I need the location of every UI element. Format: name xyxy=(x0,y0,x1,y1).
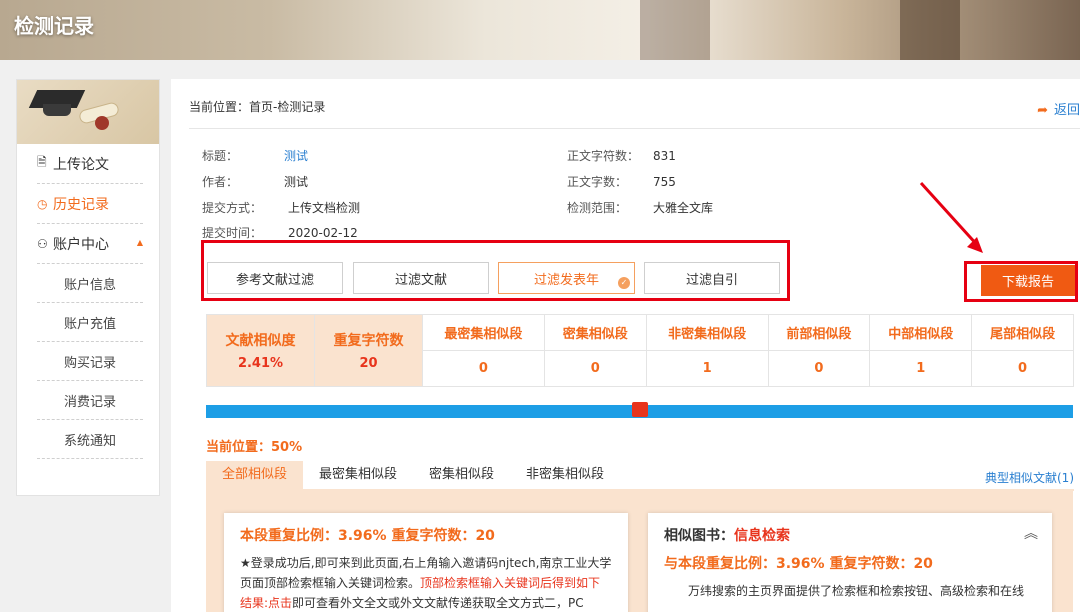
stat-value: 0 xyxy=(971,350,1074,387)
back-link[interactable]: ➦ 返回 xyxy=(1037,99,1080,118)
repeat-chars-label: 重复字符数 xyxy=(333,333,404,349)
tab-non-dense-segments[interactable]: 非密集相似段 xyxy=(510,461,620,489)
info-submit-time: 提交时间： 2020-02-12 xyxy=(202,226,358,240)
stat-value: 0 xyxy=(543,350,647,387)
segments-area: 本段重复比例：3.96% 重复字符数：20 ★登录成功后,即可来到此页面,右上角… xyxy=(206,491,1073,612)
similar-book-title: 相似图书：信息检索 xyxy=(664,528,790,544)
graduation-cap-icon xyxy=(17,80,159,144)
sidebar-subitem-notifications[interactable]: 系统通知 xyxy=(37,420,143,459)
sidebar-item-label: 账户中心 xyxy=(53,236,109,253)
stat-value: 1 xyxy=(645,350,769,387)
segment-card: 本段重复比例：3.96% 重复字符数：20 ★登录成功后,即可来到此页面,右上角… xyxy=(224,513,628,612)
stat-value: 0 xyxy=(422,350,545,387)
tab-dense-segments[interactable]: 密集相似段 xyxy=(413,461,510,489)
filter-documents-button[interactable]: 过滤文献 xyxy=(353,262,489,294)
stat-header: 密集相似段 xyxy=(543,314,647,351)
sidebar-item-label: 历史记录 xyxy=(53,196,109,213)
stat-header: 最密集相似段 xyxy=(422,314,545,351)
divider xyxy=(189,128,1080,129)
stat-header: 中部相似段 xyxy=(869,314,973,351)
stat-header: 尾部相似段 xyxy=(971,314,1074,351)
typical-similar-docs-link[interactable]: 典型相似文献(1) xyxy=(985,469,1074,486)
download-report-button[interactable]: 下载报告 xyxy=(981,265,1075,296)
current-position: 当前位置：50% xyxy=(206,440,303,455)
filter-year-button[interactable]: 过滤发表年 ✓ xyxy=(498,262,635,294)
check-icon: ✓ xyxy=(618,277,630,289)
page-title: 检测记录 xyxy=(14,14,94,38)
tab-all-segments[interactable]: 全部相似段 xyxy=(206,461,304,489)
caret-up-icon: ▲ xyxy=(136,238,143,247)
back-arrow-icon: ➦ xyxy=(1037,103,1048,118)
stat-header: 非密集相似段 xyxy=(645,314,769,351)
info-title: 标题： 测试 xyxy=(202,149,309,163)
back-label: 返回 xyxy=(1053,103,1080,118)
info-char-count: 正文字符数： 831 xyxy=(567,149,676,163)
header-banner: 检测记录 xyxy=(0,0,1080,60)
filter-self-citation-button[interactable]: 过滤自引 xyxy=(644,262,780,294)
sidebar-subitem-account-info[interactable]: 账户信息 xyxy=(37,264,143,303)
sidebar-item-upload[interactable]: 🗎 上传论文 xyxy=(37,144,143,184)
info-word-count: 正文字数： 755 xyxy=(567,175,676,189)
clock-icon: ◷ xyxy=(37,196,48,211)
sidebar-item-account[interactable]: ⚇ 账户中心 ▲ xyxy=(37,224,143,264)
sidebar: 🗎 上传论文 ◷ 历史记录 ⚇ 账户中心 ▲ 账户信息 账户充值 购买记录 消费… xyxy=(16,79,160,496)
similar-book-link[interactable]: 信息检索 xyxy=(734,528,790,544)
similarity-value: 2.41% xyxy=(237,356,284,371)
segment-heading: 本段重复比例：3.96% 重复字符数：20 xyxy=(240,528,495,544)
sidebar-subitem-spending[interactable]: 消费记录 xyxy=(37,381,143,420)
main-panel: 当前位置：首页-检测记录 ➦ 返回 标题： 测试 作者： 测试 提交方式： 上传文档检测… xyxy=(171,79,1080,612)
document-icon: 🗎 xyxy=(37,155,47,169)
similar-book-heading: 与本段重复比例：3.96% 重复字符数：20 xyxy=(664,556,933,572)
stat-header: 前部相似段 xyxy=(767,314,871,351)
similarity-label: 文献相似度 xyxy=(225,333,296,349)
filter-references-button[interactable]: 参考文献过滤 xyxy=(207,262,343,294)
segment-tabs: 全部相似段 最密集相似段 密集相似段 非密集相似段 xyxy=(206,461,620,489)
filter-year-label: 过滤发表年 xyxy=(533,272,599,288)
similar-book-text: 万纬搜索的主页界面提供了检索框和检索按钮、高级检索和在线 xyxy=(688,584,1025,598)
collapse-chevron-icon[interactable]: ︽ xyxy=(1024,523,1038,543)
sidebar-item-label: 上传论文 xyxy=(53,156,109,173)
sidebar-subitem-recharge[interactable]: 账户充值 xyxy=(37,303,143,342)
banner-decoration xyxy=(640,0,710,60)
sidebar-item-history[interactable]: ◷ 历史记录 xyxy=(37,184,143,224)
position-marker[interactable] xyxy=(631,402,648,417)
repeat-chars-value: 20 xyxy=(359,356,378,371)
breadcrumb: 当前位置：首页-检测记录 xyxy=(189,100,326,114)
stat-value: 0 xyxy=(767,350,871,387)
info-author: 作者： 测试 xyxy=(202,175,309,189)
repeat-chars-cell: 重复字符数 20 xyxy=(314,314,423,387)
stat-value: 1 xyxy=(869,350,973,387)
segment-text: ★登录成功后,即可来到此页面,右上角输入邀请码njtech,南京工业大学页面顶部… xyxy=(240,556,612,610)
user-icon: ⚇ xyxy=(37,236,48,251)
similar-book-card: 相似图书：信息检索 ︽ 与本段重复比例：3.96% 重复字符数：20 万纬搜索的… xyxy=(648,513,1052,612)
banner-decoration xyxy=(900,0,960,60)
sidebar-subitem-purchases[interactable]: 购买记录 xyxy=(37,342,143,381)
info-submit-method: 提交方式： 上传文档检测 xyxy=(202,201,361,215)
similarity-cell: 文献相似度 2.41% xyxy=(206,314,315,387)
tab-densest-segments[interactable]: 最密集相似段 xyxy=(303,461,413,489)
title-link[interactable]: 测试 xyxy=(284,149,308,163)
annotation-arrow-icon xyxy=(919,181,983,253)
info-scope: 检测范围： 大雅全文库 xyxy=(567,201,714,215)
stats-table: 文献相似度 2.41% 重复字符数 20 最密集相似段 密集相似段 非密集相似段… xyxy=(206,314,1074,387)
